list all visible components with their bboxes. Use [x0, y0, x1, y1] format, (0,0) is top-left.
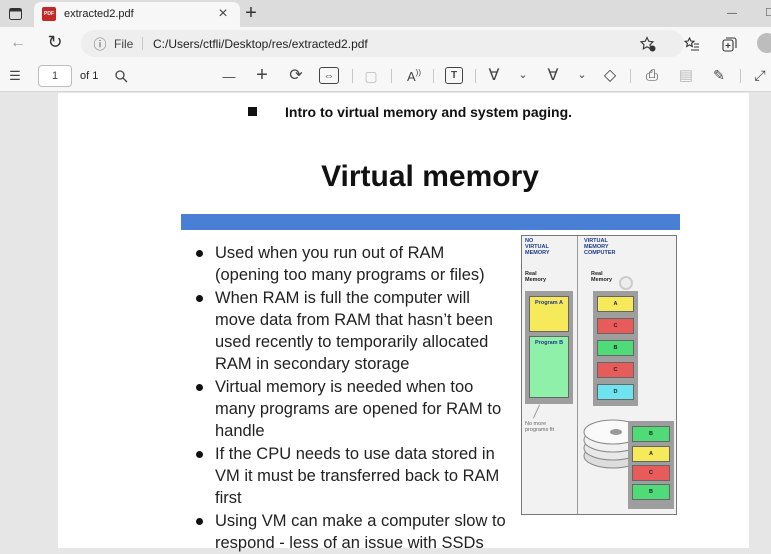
toolbar-divider — [630, 69, 631, 83]
zoom-in-icon[interactable]: + — [252, 64, 272, 86]
pdf-file-icon: PDF — [42, 7, 56, 21]
sound-waves-icon: )) — [415, 68, 421, 77]
back-icon[interactable]: ← — [8, 33, 28, 53]
tab-actions-icon[interactable] — [6, 5, 24, 23]
slide-accent-bar — [181, 214, 680, 230]
slide-title: Virtual memory — [321, 160, 539, 193]
read-aloud-icon[interactable]: A )) — [403, 66, 425, 86]
program-b-block: Program B — [529, 336, 569, 398]
highlight-options-chevron-icon[interactable]: ⌄ — [575, 65, 589, 83]
save-icon[interactable]: ▤ — [676, 65, 696, 85]
page-total-label: of 1 — [80, 70, 99, 82]
program-a-block: Program A — [529, 296, 569, 332]
toolbar-divider — [433, 69, 434, 83]
browser-tab[interactable]: PDF extracted2.pdf × — [34, 2, 240, 27]
collections-icon[interactable] — [719, 34, 739, 54]
close-tab-icon[interactable]: × — [214, 5, 232, 23]
toolbar-divider — [391, 69, 392, 83]
add-text-icon[interactable]: T — [445, 67, 463, 84]
draw-options-chevron-icon[interactable]: ⌄ — [516, 65, 530, 83]
document-heading: Intro to virtual memory and system pagin… — [285, 104, 573, 120]
disk-block-b: B — [632, 426, 670, 442]
diagram-divider — [577, 236, 578, 514]
two-page-view-icon[interactable]: ▢ — [362, 66, 380, 86]
favorites-icon[interactable] — [682, 34, 702, 54]
ram-block-d: D — [597, 384, 634, 400]
table-of-contents-icon[interactable]: ☰ — [6, 66, 24, 86]
tab-strip: PDF extracted2.pdf × + — □ — [0, 0, 771, 27]
real-memory-label-right: Real Memory — [591, 271, 613, 283]
toolbar-divider — [475, 69, 476, 83]
real-memory-label-left: Real Memory — [525, 271, 547, 283]
highlight-icon[interactable]: ∀ — [543, 65, 563, 85]
fullscreen-icon[interactable]: ⤢ — [750, 65, 770, 85]
url-text: C:/Users/ctfli/Desktop/res/extracted2.pd… — [153, 37, 368, 51]
search-icon[interactable] — [112, 67, 130, 85]
erase-icon[interactable]: ◇ — [600, 65, 620, 85]
read-aloud-letter: A — [407, 68, 416, 84]
minimize-icon[interactable]: — — [722, 4, 742, 22]
fit-to-width-icon[interactable]: ⇔ — [319, 67, 339, 84]
tab-title: extracted2.pdf — [64, 8, 134, 20]
profile-avatar-icon[interactable] — [757, 33, 771, 53]
disk-block-c: C — [632, 465, 670, 481]
zoom-out-icon[interactable]: — — [220, 66, 238, 86]
ram-block-c: C — [597, 362, 634, 378]
ram-block-c: C — [597, 318, 634, 334]
no-more-programs-note: No more programs fit — [525, 421, 555, 433]
left-column-header: NO VIRTUAL MEMORY — [525, 238, 550, 256]
disk-block-b: B — [632, 484, 670, 500]
page-swap-circle-icon — [619, 276, 633, 290]
page-number-input[interactable]: 1 — [38, 65, 72, 87]
slide-bullet: Using VM can make a computer slow to res… — [193, 510, 513, 554]
address-field[interactable]: ⓘ File C:/Users/ctfli/Desktop/res/extrac… — [81, 30, 684, 57]
slide-bullet: When RAM is full the computer will move … — [193, 287, 513, 376]
slide-bullet: If the CPU needs to use data stored in V… — [193, 443, 513, 510]
info-icon[interactable]: ⓘ — [92, 35, 108, 52]
divider — [142, 37, 143, 50]
slide-bullet: Virtual memory is needed when too many p… — [193, 376, 513, 443]
new-tab-icon[interactable]: + — [242, 2, 260, 24]
favorite-add-icon[interactable] — [638, 34, 658, 54]
address-bar-row: ← ↻ ⓘ File C:/Users/ctfli/Desktop/res/ex… — [0, 27, 771, 60]
slide-bullet: Used when you run out of RAM (opening to… — [193, 242, 513, 287]
reload-icon[interactable]: ↻ — [45, 32, 65, 52]
ram-block-a: A — [597, 296, 634, 312]
disk-block-a: A — [632, 446, 670, 462]
ram-block-b: B — [597, 340, 634, 356]
draw-icon[interactable]: ∀ — [484, 65, 504, 85]
toolbar-divider — [740, 69, 741, 83]
pdf-toolbar: ☰ 1 of 1 — + ⟳ ⇔ ▢ A )) T ∀ ⌄ ∀ ⌄ ◇ ⎙ ▤ … — [0, 60, 771, 92]
note-pointer — [532, 404, 541, 419]
url-scheme-label: File — [114, 37, 134, 51]
virtual-memory-diagram: NO VIRTUAL MEMORY VIRTUAL MEMORY COMPUTE… — [521, 235, 677, 515]
rotate-icon[interactable]: ⟳ — [286, 65, 306, 85]
save-as-icon[interactable]: ✎ — [709, 65, 729, 85]
slide-bullet-list: Used when you run out of RAM (opening to… — [193, 242, 513, 554]
right-column-header: VIRTUAL MEMORY COMPUTER — [584, 238, 616, 256]
toolbar-divider — [352, 69, 353, 83]
square-bullet — [248, 107, 257, 116]
maximize-icon[interactable]: □ — [762, 2, 771, 20]
print-icon[interactable]: ⎙ — [642, 65, 662, 85]
